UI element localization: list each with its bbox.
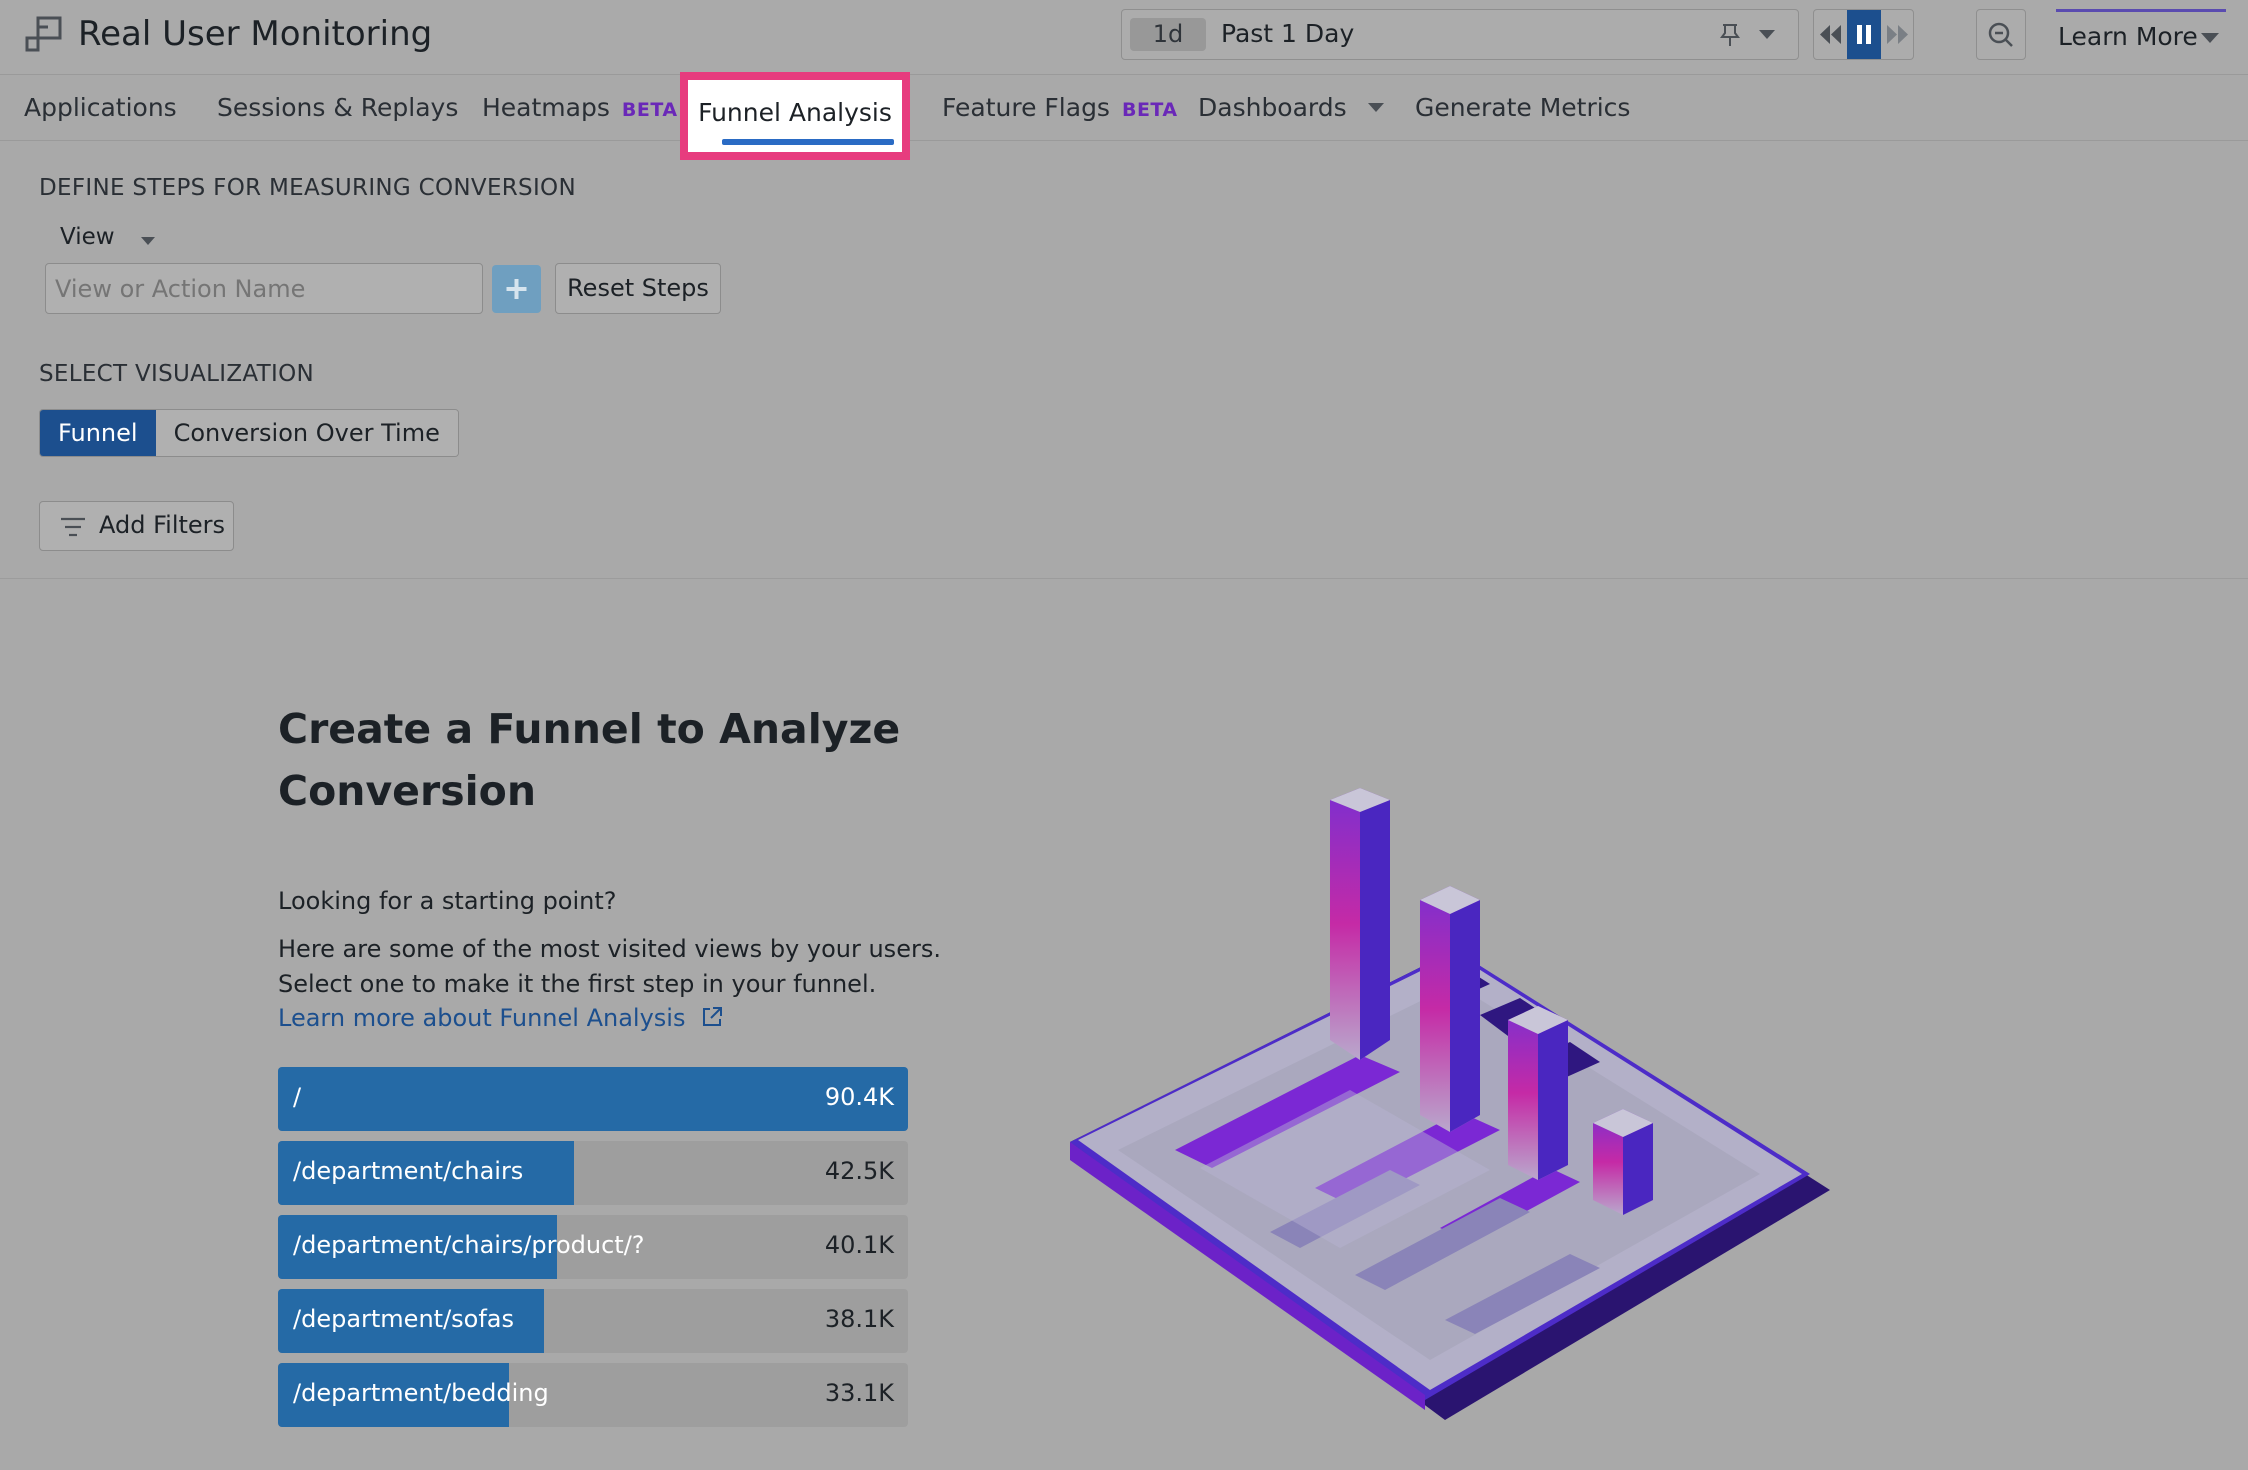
tab-funnel-analysis-label: Funnel Analysis xyxy=(698,98,892,127)
time-range-label: Past 1 Day xyxy=(1221,19,1355,48)
zoom-out-icon xyxy=(1988,22,2013,47)
top-bar: Real User Monitoring 1d Past 1 Day Learn… xyxy=(0,0,2248,75)
funnel-illustration xyxy=(1070,788,1830,1420)
empty-state-title: Create a Funnel to Analyze Conversion xyxy=(278,705,901,815)
tab-heatmaps[interactable]: Heatmaps BETA xyxy=(482,93,678,122)
top-view-count: 33.1K xyxy=(824,1379,894,1407)
conversion-over-time-option[interactable]: Conversion Over Time xyxy=(155,410,458,456)
top-view-path: /department/chairs xyxy=(293,1157,524,1185)
tab-bar: Applications Sessions & Replays Heatmaps… xyxy=(0,75,2248,141)
empty-state-intro: Looking for a starting point? xyxy=(278,887,617,915)
pin-icon[interactable] xyxy=(1718,22,1742,48)
fast-forward-button[interactable] xyxy=(1881,10,1913,59)
beta-badge: BETA xyxy=(621,99,678,121)
tab-applications[interactable]: Applications xyxy=(24,93,177,122)
tab-generate-metrics[interactable]: Generate Metrics xyxy=(1415,93,1630,122)
top-view-count: 40.1K xyxy=(824,1231,894,1259)
add-step-button[interactable] xyxy=(492,265,541,313)
top-view-bar xyxy=(278,1067,908,1131)
top-view-row[interactable]: /department/chairs/product/? 40.1K xyxy=(278,1215,908,1279)
top-view-row[interactable]: /department/bedding 33.1K xyxy=(278,1363,908,1427)
tab-sessions-replays[interactable]: Sessions & Replays xyxy=(217,93,458,122)
learn-more-dropdown[interactable]: Learn More xyxy=(2056,9,2226,63)
section-divider xyxy=(0,578,2248,579)
empty-state-description-1: Here are some of the most visited views … xyxy=(278,935,941,963)
select-visualization-heading: SELECT VISUALIZATION xyxy=(39,361,315,387)
top-view-path: /department/sofas xyxy=(293,1305,515,1333)
step-type-select[interactable]: View xyxy=(60,224,155,250)
rum-app-icon xyxy=(25,16,62,52)
playback-controls xyxy=(1813,9,1914,60)
top-view-row[interactable]: / 90.4K xyxy=(278,1067,908,1131)
chevron-down-icon[interactable] xyxy=(1758,29,1776,41)
page-title: Real User Monitoring xyxy=(78,14,433,54)
top-view-path: /department/bedding xyxy=(293,1379,549,1407)
time-range-chip: 1d xyxy=(1130,18,1206,51)
top-view-row[interactable]: /department/sofas 38.1K xyxy=(278,1289,908,1353)
pause-icon xyxy=(1857,25,1871,44)
funnel-option[interactable]: Funnel xyxy=(40,410,156,456)
add-filters-label: Add Filters xyxy=(99,511,226,539)
beta-badge: BETA xyxy=(1121,99,1178,121)
view-action-name-input[interactable] xyxy=(45,263,483,314)
reset-steps-button[interactable]: Reset Steps xyxy=(555,263,721,314)
top-view-row[interactable]: /department/chairs 42.5K xyxy=(278,1141,908,1205)
zoom-out-button[interactable] xyxy=(1976,9,2026,60)
pause-button[interactable] xyxy=(1847,10,1881,59)
external-link-icon xyxy=(703,1007,723,1026)
chevron-down-icon xyxy=(2201,33,2219,43)
fast-forward-icon xyxy=(1887,25,1908,44)
empty-state-description-2: Select one to make it the first step in … xyxy=(278,970,877,998)
tab-feature-flags[interactable]: Feature Flags BETA xyxy=(942,93,1178,122)
active-tab-indicator xyxy=(722,139,894,145)
top-view-count: 38.1K xyxy=(824,1305,894,1333)
time-range-picker[interactable]: 1d Past 1 Day xyxy=(1121,9,1799,60)
rewind-icon xyxy=(1820,25,1841,44)
step-type-label: View xyxy=(60,224,115,250)
define-steps-heading: DEFINE STEPS FOR MEASURING CONVERSION xyxy=(39,175,576,201)
top-view-count: 42.5K xyxy=(824,1157,894,1185)
chevron-down-icon xyxy=(141,237,155,245)
visualization-toggle: Funnel Conversion Over Time xyxy=(39,409,459,457)
learn-more-label: Learn More xyxy=(2058,22,2198,51)
tab-dashboards[interactable]: Dashboards xyxy=(1198,93,1385,122)
filter-icon xyxy=(61,517,85,537)
add-filters-button[interactable]: Add Filters xyxy=(39,501,234,551)
top-view-count: 90.4K xyxy=(824,1083,894,1111)
rewind-button[interactable] xyxy=(1814,10,1847,59)
learn-more-funnel-link[interactable]: Learn more about Funnel Analysis xyxy=(278,1004,723,1032)
top-view-path: /department/chairs/product/? xyxy=(293,1231,645,1259)
top-view-path: / xyxy=(293,1083,302,1111)
plus-icon xyxy=(506,279,527,299)
chevron-down-icon xyxy=(1367,103,1384,112)
tab-funnel-analysis[interactable]: Funnel Analysis xyxy=(680,72,910,160)
